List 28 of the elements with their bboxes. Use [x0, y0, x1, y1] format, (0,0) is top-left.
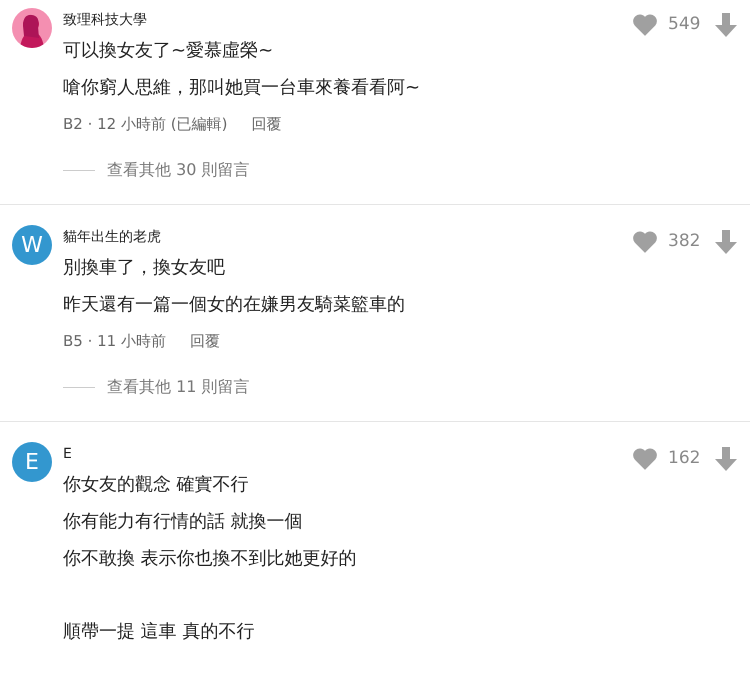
comment-meta: B5 · 11 小時前 — [63, 331, 166, 352]
down-arrow-icon[interactable] — [714, 446, 738, 472]
avatar: E — [12, 442, 52, 482]
avatar: W — [12, 225, 52, 265]
like-count: 549 — [668, 13, 702, 36]
comment-text: 可以換女友了~愛慕虛榮~ — [63, 39, 274, 63]
like-count: 382 — [668, 230, 702, 254]
author-name: 貓年出生的老虎 — [63, 228, 162, 247]
comment-text: 別換車了，換女友吧 — [63, 256, 226, 280]
comment-text: 你不敢換 表示你也換不到比她更好的 — [63, 547, 358, 571]
comment-text: 你女友的觀念 確實不行 — [63, 473, 250, 497]
comment-meta: B2 · 12 小時前 (已編輯) — [63, 114, 228, 135]
author-name: 致理科技大學 — [63, 11, 148, 30]
view-more-replies[interactable]: 查看其他 30 則留言 — [107, 152, 250, 188]
comment-text: 你有能力有行情的話 就換一個 — [63, 510, 304, 534]
author-name: E — [63, 445, 73, 464]
heart-icon[interactable] — [632, 13, 658, 37]
comment-text: 昨天還有一篇一個女的在嫌男友騎菜籃車的 — [63, 293, 406, 317]
down-arrow-icon[interactable] — [714, 229, 738, 255]
view-more-replies[interactable]: 查看其他 11 則留言 — [107, 369, 250, 405]
comment-text: 順帶一提 這車 真的不行 — [63, 620, 256, 644]
reply-link[interactable]: 回覆 — [190, 323, 220, 359]
like-count: 162 — [668, 447, 702, 470]
down-arrow-icon[interactable] — [714, 12, 738, 38]
heart-icon[interactable] — [632, 230, 658, 254]
heart-icon[interactable] — [632, 447, 658, 471]
reply-link[interactable]: 回覆 — [251, 106, 282, 142]
comment-text: 嗆你窮人思維，那叫她買一台車來養看看阿~ — [63, 76, 422, 100]
